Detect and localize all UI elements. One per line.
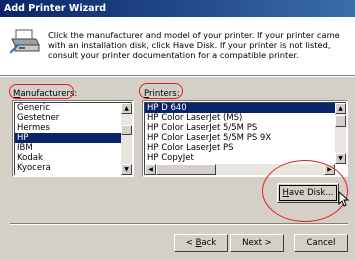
manufacturers-vscroll[interactable]: ▲ ▼ — [121, 103, 132, 175]
back-button[interactable]: < Back — [174, 234, 228, 252]
cancel-button[interactable]: Cancel — [294, 234, 348, 252]
manufacturers-listbox[interactable]: Generic Gestetner Hermes HP IBM Kodak Kyocera … — [12, 100, 134, 177]
printers-listbox[interactable]: HP D 640 HP Color LaserJet (MS) HP Color L… — [142, 100, 348, 177]
have-disk-button[interactable]: Have Disk... — [277, 183, 339, 203]
list-item[interactable]: HP Color LaserJet (MS) — [145, 113, 346, 123]
scroll-up-icon[interactable]: ▲ — [121, 103, 132, 114]
list-item[interactable]: Kyocera — [15, 163, 132, 173]
list-item[interactable]: HP Color LaserJet 5/5M PS — [145, 123, 346, 133]
header-divider — [0, 75, 355, 77]
list-item[interactable]: HP D 640 — [145, 103, 346, 113]
list-item[interactable]: HP — [15, 133, 132, 143]
footer-divider — [10, 223, 348, 225]
printers-list: HP D 640 HP Color LaserJet (MS) HP Color L… — [144, 102, 346, 175]
printers-label: Printers: — [144, 89, 180, 99]
scroll-thumb[interactable] — [121, 125, 132, 135]
printers-hscroll[interactable]: ◀ ▶ — [145, 164, 335, 175]
printers-vscroll[interactable]: ▲ ▼ — [335, 103, 346, 164]
scroll-down-icon[interactable]: ▼ — [335, 153, 346, 164]
list-item[interactable]: IBM — [15, 143, 132, 153]
list-item[interactable]: Gestetner — [15, 113, 132, 123]
scroll-up-icon[interactable]: ▲ — [335, 103, 346, 114]
list-item[interactable]: Hermes — [15, 123, 132, 133]
list-item[interactable]: Generic — [15, 103, 132, 113]
mouse-cursor-icon — [338, 191, 350, 207]
scroll-down-icon[interactable]: ▼ — [121, 164, 132, 175]
hscroll-thumb[interactable] — [156, 164, 216, 175]
scroll-right-icon[interactable]: ▶ — [324, 164, 335, 175]
list-item[interactable]: HP Color LaserJet 5/5M PS 9X — [145, 133, 346, 143]
list-item[interactable]: HP CopyJet — [145, 153, 346, 163]
list-item[interactable]: Kodak — [15, 153, 132, 163]
window-title: Add Printer Wizard — [0, 0, 355, 17]
next-button[interactable]: Next > — [230, 234, 284, 252]
manufacturers-label: Manufacturers: — [13, 89, 78, 99]
printer-wizard-icon — [10, 29, 40, 54]
instructions-text: Click the manufacturer and model of your… — [48, 30, 340, 60]
list-item[interactable]: HP Color LaserJet PS — [145, 143, 346, 153]
scroll-left-icon[interactable]: ◀ — [145, 164, 156, 175]
scroll-thumb[interactable] — [335, 115, 346, 127]
manufacturers-list: Generic Gestetner Hermes HP IBM Kodak Kyocera … — [14, 102, 132, 175]
